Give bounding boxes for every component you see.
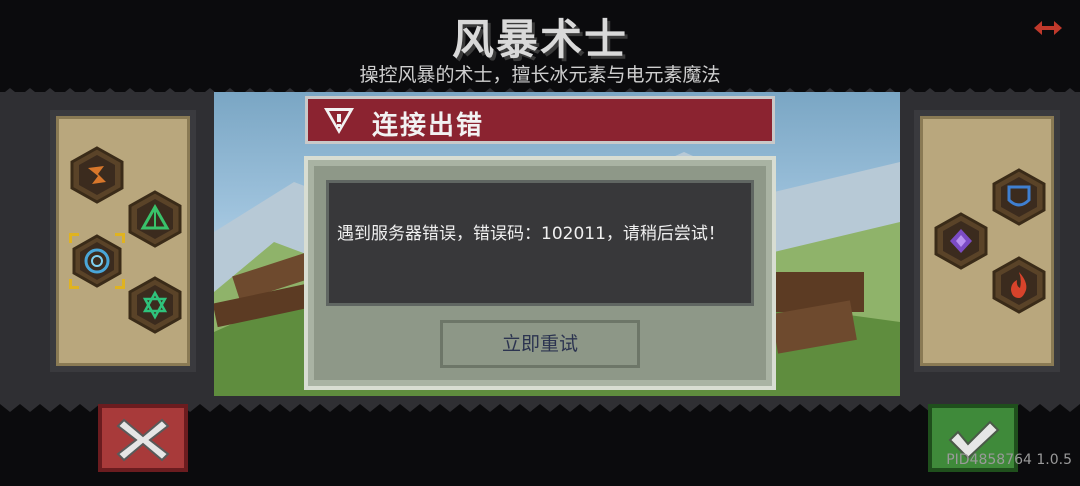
page-title: 风暴术士 bbox=[451, 15, 628, 64]
red-flame-skill-icon[interactable] bbox=[990, 256, 1048, 314]
page-subtitle: 操控风暴的术士，擅长冰元素与电元素魔法 bbox=[359, 64, 721, 86]
blue-vortex-skill-icon[interactable] bbox=[68, 232, 126, 290]
retry-button[interactable]: 立即重试 bbox=[440, 320, 640, 368]
cancel-button[interactable] bbox=[98, 404, 188, 472]
fire-swirl-skill-icon[interactable] bbox=[68, 146, 126, 204]
green-hexagram-skill-icon[interactable] bbox=[126, 276, 184, 334]
error-message-box: 遇到服务器错误，错误码：102011，请稍后尝试！ bbox=[326, 180, 754, 306]
purple-rune-skill-icon[interactable] bbox=[932, 212, 990, 270]
version-label: PID4858764 1.0.5 bbox=[946, 452, 1072, 468]
error-dialog-title: 连接出错 bbox=[372, 111, 485, 141]
cross-icon bbox=[116, 418, 170, 462]
green-triangle-skill-icon[interactable] bbox=[126, 190, 184, 248]
back-arrows-icon[interactable] bbox=[1032, 18, 1064, 38]
error-message-text: 遇到服务器错误，错误码：102011，请稍后尝试！ bbox=[337, 224, 725, 244]
error-dialog-header: 连接出错 bbox=[305, 96, 775, 144]
warning-icon bbox=[324, 108, 354, 134]
blue-shield-skill-icon[interactable] bbox=[990, 168, 1048, 226]
